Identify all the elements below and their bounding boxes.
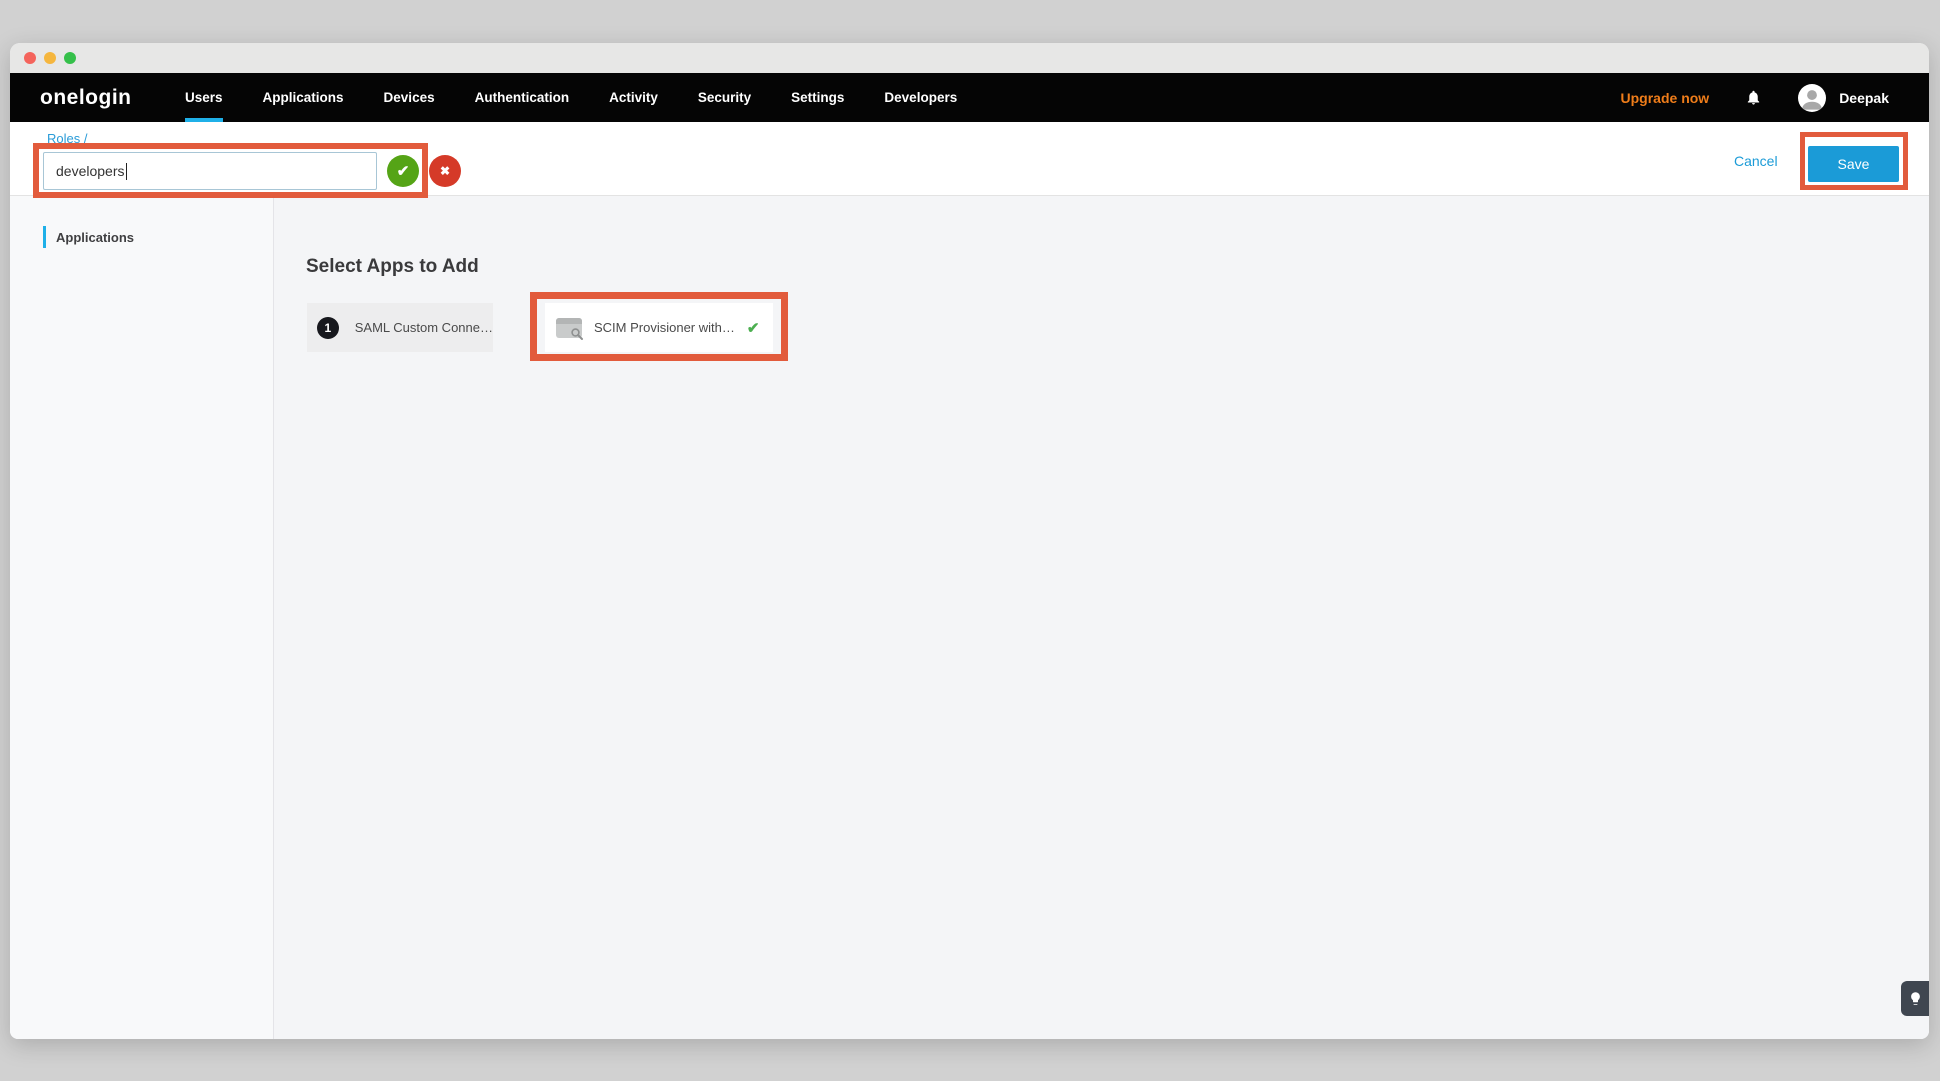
nav-item-devices[interactable]: Devices: [384, 73, 435, 122]
browser-window: onelogin Users Applications Devices Auth…: [10, 43, 1929, 1039]
navbar-right-cluster: Upgrade now Deepak: [1621, 73, 1889, 122]
nav-item-users[interactable]: Users: [185, 73, 223, 122]
role-name-input[interactable]: developers: [43, 152, 377, 190]
sidebar: Applications: [10, 196, 274, 1039]
minimize-window-button[interactable]: [44, 52, 56, 64]
sidebar-item-label: Applications: [56, 230, 134, 245]
app-tile-saml[interactable]: 1 SAML Custom Conne…: [307, 303, 493, 352]
app-tile-scim[interactable]: SCIM Provisioner with… ✔: [545, 303, 773, 352]
lightbulb-icon: [1908, 991, 1923, 1006]
user-name-label: Deepak: [1839, 90, 1889, 106]
nav-item-developers[interactable]: Developers: [884, 73, 957, 122]
magnifier-icon: [570, 327, 584, 341]
top-navbar: onelogin Users Applications Devices Auth…: [10, 73, 1929, 122]
x-icon: ✖: [440, 164, 450, 178]
role-name-input-value: developers: [56, 163, 125, 179]
upgrade-now-link[interactable]: Upgrade now: [1621, 90, 1710, 106]
app-count-badge: 1: [317, 317, 339, 339]
check-icon: ✔: [397, 162, 410, 180]
zoom-window-button[interactable]: [64, 52, 76, 64]
save-button[interactable]: Save: [1808, 146, 1899, 182]
main-content: Select Apps to Add 1 SAML Custom Conne… …: [274, 196, 1929, 1039]
confirm-rename-button[interactable]: ✔: [387, 155, 419, 187]
section-heading: Select Apps to Add: [306, 256, 479, 278]
sidebar-item-applications[interactable]: Applications: [43, 226, 134, 248]
selected-check-icon: ✔: [747, 319, 760, 337]
close-window-button[interactable]: [24, 52, 36, 64]
app-name-label: SCIM Provisioner with…: [594, 320, 735, 335]
nav-item-applications[interactable]: Applications: [263, 73, 344, 122]
page-body: Applications Select Apps to Add 1 SAML C…: [10, 196, 1929, 1039]
nav-menu: Users Applications Devices Authenticatio…: [185, 73, 997, 122]
onelogin-logo: onelogin: [40, 73, 132, 122]
discard-rename-button[interactable]: ✖: [429, 155, 461, 187]
scim-app-icon: [556, 318, 582, 338]
desktop: onelogin Users Applications Devices Auth…: [0, 0, 1940, 1081]
app-icon-band: [556, 318, 582, 324]
window-titlebar: [10, 43, 1929, 73]
app-name-label: SAML Custom Conne…: [355, 320, 493, 335]
user-avatar[interactable]: [1798, 84, 1826, 112]
help-lightbulb-button[interactable]: [1901, 981, 1929, 1016]
breadcrumb[interactable]: Roles /: [47, 131, 87, 146]
nav-item-activity[interactable]: Activity: [609, 73, 658, 122]
active-indicator-bar: [43, 226, 46, 248]
nav-item-authentication[interactable]: Authentication: [475, 73, 570, 122]
notifications-bell-icon[interactable]: [1745, 89, 1762, 106]
nav-item-settings[interactable]: Settings: [791, 73, 844, 122]
page-header: Roles / developers ✔ ✖ Cancel Save: [10, 122, 1929, 196]
text-caret: [126, 163, 127, 180]
nav-item-security[interactable]: Security: [698, 73, 751, 122]
cancel-button[interactable]: Cancel: [1734, 153, 1778, 169]
